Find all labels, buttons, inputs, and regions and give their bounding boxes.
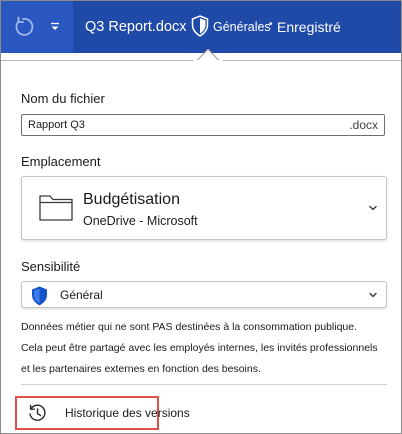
undo-icon [15, 16, 34, 36]
save-status: Enregistré [277, 19, 341, 35]
version-history-label: Historique des versions [65, 406, 190, 420]
history-icon [29, 404, 46, 421]
sensitivity-description-line: Cela peut être partagé avec les employés… [21, 342, 378, 354]
filename-extension: .docx [349, 118, 378, 132]
location-label: Emplacement [21, 154, 101, 169]
filename-field[interactable]: .docx [21, 114, 385, 136]
location-picker[interactable]: Budgétisation OneDrive - Microsoft [21, 176, 387, 240]
chevron-down-icon [51, 22, 59, 30]
folder-icon [39, 195, 73, 221]
customize-toolbar-button[interactable] [45, 15, 65, 39]
shield-icon [32, 286, 47, 306]
location-name: Budgétisation [83, 191, 180, 208]
chevron-down-icon [369, 292, 377, 298]
sensitivity-label-title[interactable]: Générales [213, 1, 271, 53]
filename-label: Nom du fichier [21, 91, 105, 106]
file-info-flyout: Q3 Report.docx Générales • Enregistré No… [0, 0, 402, 434]
sensitivity-description-line: Données métier qui ne sont PAS destinées… [21, 321, 358, 333]
chevron-down-icon [369, 205, 377, 211]
location-service: OneDrive - Microsoft [83, 214, 198, 228]
document-title[interactable]: Q3 Report.docx [85, 1, 187, 53]
filename-input[interactable] [24, 116, 324, 134]
undo-button[interactable] [9, 13, 37, 41]
sensitivity-value: Général [60, 288, 103, 302]
divider [21, 384, 387, 385]
sensitivity-dropdown[interactable]: Général [21, 281, 387, 308]
sensitivity-description-line: et les partenaires externes en fonction … [21, 363, 261, 375]
version-history-button[interactable]: Historique des versions [15, 396, 190, 430]
sensitivity-separator: • [269, 19, 273, 30]
flyout-pointer-cover [193, 60, 223, 70]
sensitivity-label: Sensibilité [21, 259, 81, 274]
sensitivity-description: Données métier qui ne sont PAS destinées… [21, 317, 387, 380]
shield-icon [191, 15, 209, 37]
title-bar: Q3 Report.docx Générales • Enregistré [1, 1, 401, 53]
